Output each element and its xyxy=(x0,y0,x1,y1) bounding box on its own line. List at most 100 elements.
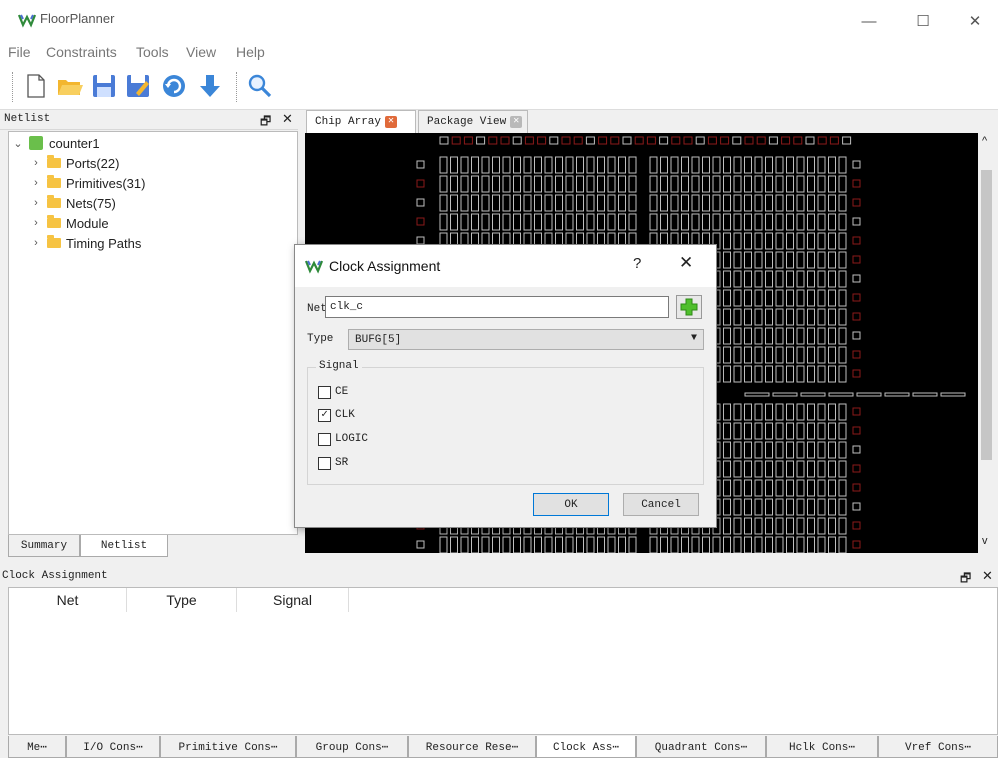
dialog-close-button[interactable]: ✕ xyxy=(679,253,693,273)
tab-netlist[interactable]: Netlist xyxy=(80,535,168,557)
logic-cell xyxy=(744,308,752,326)
save-icon[interactable] xyxy=(90,72,118,100)
signal-sr-checkbox-row[interactable]: SR xyxy=(318,454,348,472)
side-io-pad xyxy=(852,217,861,226)
column-header-type[interactable]: Type xyxy=(127,588,237,612)
io-pad xyxy=(439,136,449,145)
logic-cell xyxy=(838,194,847,212)
tab-primitive-constraints[interactable]: Primitive Cons⋯ xyxy=(160,736,296,758)
signal-ce-checkbox-row[interactable]: CE xyxy=(318,383,348,401)
column-header-net[interactable]: Net xyxy=(9,588,127,612)
logic-cell xyxy=(523,213,532,231)
search-icon[interactable] xyxy=(246,72,274,100)
logic-cell xyxy=(828,403,836,421)
open-folder-icon[interactable] xyxy=(56,72,84,100)
logic-cell xyxy=(502,175,511,193)
logic-cell xyxy=(786,441,794,459)
tab-io-constraints[interactable]: I/O Cons⋯ xyxy=(66,736,160,758)
type-select[interactable]: BUFG[5] ▼ xyxy=(348,329,704,350)
io-pad xyxy=(500,136,510,145)
cancel-button[interactable]: Cancel xyxy=(623,493,699,516)
tab-group-constraints[interactable]: Group Cons⋯ xyxy=(296,736,408,758)
logic-cell xyxy=(828,365,836,383)
ok-button[interactable]: OK xyxy=(533,493,609,516)
close-tab-icon[interactable]: ✕ xyxy=(385,116,398,128)
chevron-right-icon[interactable]: › xyxy=(29,217,43,229)
column-header-signal[interactable]: Signal xyxy=(237,588,349,612)
close-panel-icon[interactable]: ✕ xyxy=(982,568,993,584)
side-io-pad xyxy=(852,293,861,302)
help-button[interactable]: ? xyxy=(633,255,641,272)
save-as-icon[interactable] xyxy=(124,72,152,100)
logic-cell xyxy=(817,213,826,231)
menu-constraints[interactable]: Constraints xyxy=(46,44,117,60)
minimize-button[interactable]: — xyxy=(846,6,892,36)
close-tab-icon[interactable]: ✕ xyxy=(510,116,523,128)
logic-cell xyxy=(723,422,731,440)
close-panel-icon[interactable]: ✕ xyxy=(282,111,293,127)
chevron-right-icon[interactable]: › xyxy=(29,157,43,169)
maximize-button[interactable]: ☐ xyxy=(900,6,946,36)
scrollbar-thumb[interactable] xyxy=(981,170,992,460)
logic-cell xyxy=(754,232,763,250)
logic-cell xyxy=(450,536,458,553)
menu-tools[interactable]: Tools xyxy=(136,44,169,60)
tab-chip-array[interactable]: Chip Array ✕ xyxy=(306,110,416,133)
float-panel-icon[interactable]: 🗗 xyxy=(260,112,271,133)
signal-logic-checkbox-row[interactable]: LOGIC xyxy=(318,430,368,448)
dropdown-arrow-icon[interactable]: ▼ xyxy=(691,333,697,344)
logic-cell xyxy=(775,441,784,459)
tab-vref-constraints[interactable]: Vref Cons⋯ xyxy=(878,736,998,758)
checkbox-checked[interactable]: ✓ xyxy=(318,408,331,422)
logic-cell xyxy=(754,251,763,269)
logic-cell xyxy=(765,460,773,478)
scroll-up-icon[interactable]: ^ xyxy=(982,135,987,147)
chevron-right-icon[interactable]: › xyxy=(29,237,43,249)
logic-cell xyxy=(838,365,847,383)
new-file-icon[interactable] xyxy=(22,72,50,100)
side-io-pad xyxy=(852,350,861,359)
checkbox[interactable] xyxy=(318,432,331,446)
checkbox[interactable] xyxy=(318,456,331,470)
logic-cell xyxy=(723,479,731,497)
toolbar xyxy=(0,64,998,110)
chevron-down-icon[interactable]: ⌄ xyxy=(11,137,25,150)
tab-resource-reservation[interactable]: Resource Rese⋯ xyxy=(408,736,536,758)
refresh-icon[interactable] xyxy=(160,72,188,100)
tab-messages[interactable]: Me⋯ xyxy=(8,736,66,758)
logic-cell xyxy=(723,289,731,307)
menu-view[interactable]: View xyxy=(186,44,216,60)
logic-cell xyxy=(586,175,595,193)
tree-root-counter1[interactable]: ⌄ counter1 xyxy=(11,133,291,153)
tree-item-primitives[interactable]: › Primitives(31) xyxy=(29,173,309,193)
logic-cell xyxy=(807,156,815,174)
download-icon[interactable] xyxy=(196,72,224,100)
logic-cell xyxy=(681,194,689,212)
logic-cell xyxy=(754,308,763,326)
routing-bar xyxy=(884,392,910,397)
close-window-button[interactable]: ✕ xyxy=(952,6,998,36)
tab-summary[interactable]: Summary xyxy=(8,535,80,557)
tab-quadrant-constraints[interactable]: Quadrant Cons⋯ xyxy=(636,736,766,758)
tree-item-module[interactable]: › Module xyxy=(29,213,309,233)
tab-clock-assignment[interactable]: Clock Ass⋯ xyxy=(536,736,636,758)
logic-cell xyxy=(838,479,847,497)
net-input[interactable]: clk_c xyxy=(325,296,669,318)
chevron-right-icon[interactable]: › xyxy=(29,177,43,189)
io-pad xyxy=(537,136,547,145)
logic-cell xyxy=(628,213,637,231)
menu-file[interactable]: File xyxy=(8,44,31,60)
logic-cell xyxy=(807,536,815,553)
menu-help[interactable]: Help xyxy=(236,44,265,60)
tree-item-nets[interactable]: › Nets(75) xyxy=(29,193,309,213)
checkbox[interactable] xyxy=(318,385,331,399)
signal-clk-checkbox-row[interactable]: ✓ CLK xyxy=(318,406,355,424)
tab-hclk-constraints[interactable]: Hclk Cons⋯ xyxy=(766,736,878,758)
tree-item-ports[interactable]: › Ports(22) xyxy=(29,153,309,173)
add-net-button[interactable] xyxy=(676,295,702,319)
tab-package-view[interactable]: Package View ✕ xyxy=(418,110,528,133)
tree-item-timing-paths[interactable]: › Timing Paths xyxy=(29,233,309,253)
chevron-right-icon[interactable]: › xyxy=(29,197,43,209)
scroll-down-icon[interactable]: v xyxy=(982,535,988,547)
logic-cell xyxy=(775,175,784,193)
